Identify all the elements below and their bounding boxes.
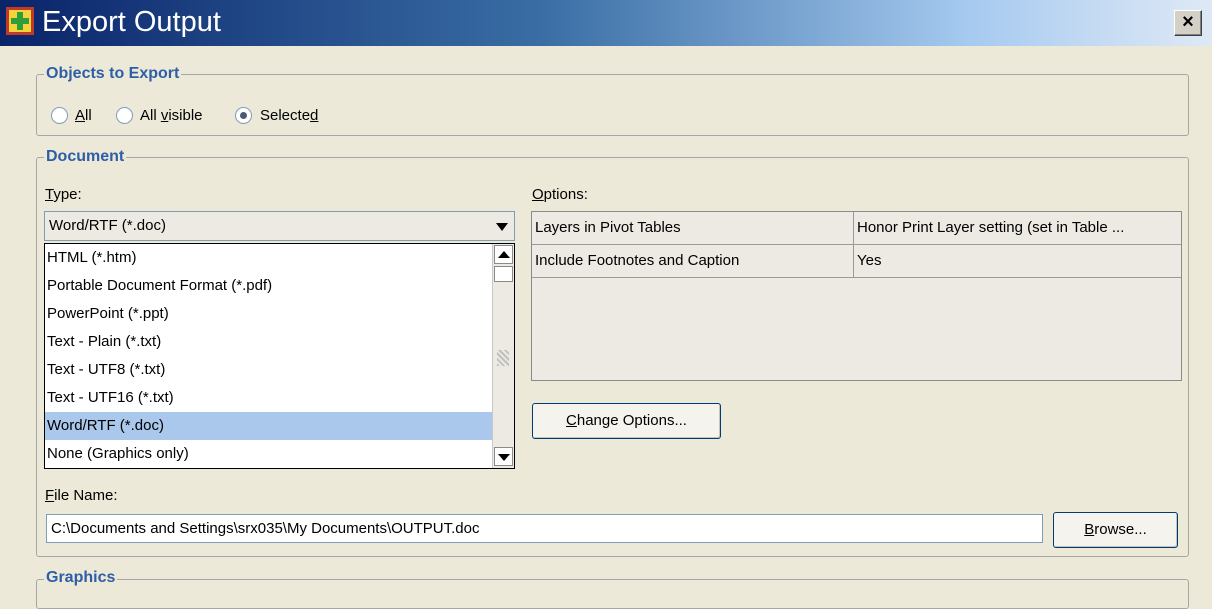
option-value[interactable]: Yes: [853, 245, 1181, 277]
options-table[interactable]: Layers in Pivot Tables Honor Print Layer…: [531, 211, 1182, 381]
objects-to-export-group: [36, 74, 1189, 136]
document-legend: Document: [44, 147, 127, 167]
option-name: Layers in Pivot Tables: [535, 219, 681, 236]
type-combobox-value: Word/RTF (*.doc): [49, 217, 166, 234]
arrow-up-icon: [498, 251, 510, 258]
type-dropdown-list[interactable]: HTML (*.htm) Portable Document Format (*…: [44, 243, 515, 469]
scroll-grip-icon: [497, 350, 509, 366]
type-option-none[interactable]: None (Graphics only): [45, 440, 492, 468]
type-option-pdf[interactable]: Portable Document Format (*.pdf): [45, 272, 492, 300]
objects-to-export-legend: Objects to Export: [44, 64, 182, 84]
type-label: Type:: [45, 186, 82, 203]
radio-selected-label[interactable]: Selected: [260, 106, 318, 126]
option-name: Include Footnotes and Caption: [535, 252, 740, 269]
radio-all-visible-label[interactable]: All visible: [140, 106, 203, 126]
type-option-list: HTML (*.htm) Portable Document Format (*…: [45, 244, 492, 468]
file-name-value: C:\Documents and Settings\srx035\My Docu…: [51, 520, 480, 537]
type-option-text-utf16[interactable]: Text - UTF16 (*.txt): [45, 384, 492, 412]
scroll-down-button[interactable]: [494, 447, 513, 466]
radio-selected-dot: [240, 112, 247, 119]
radio-all-visible[interactable]: [116, 107, 133, 124]
radio-all-label[interactable]: All: [75, 106, 92, 126]
browse-button[interactable]: Browse...: [1053, 512, 1178, 548]
option-value[interactable]: Honor Print Layer setting (set in Table …: [853, 212, 1181, 244]
close-icon: ×: [1182, 11, 1194, 33]
table-row[interactable]: Layers in Pivot Tables Honor Print Layer…: [532, 212, 1181, 245]
spss-export-icon: [6, 7, 34, 35]
arrow-down-icon: [498, 454, 510, 461]
change-options-button[interactable]: Change Options...: [532, 403, 721, 439]
graphics-legend: Graphics: [44, 568, 118, 588]
type-option-word-rtf[interactable]: Word/RTF (*.doc): [45, 412, 492, 440]
type-option-ppt[interactable]: PowerPoint (*.ppt): [45, 300, 492, 328]
file-name-label: File Name:: [45, 487, 118, 504]
table-row[interactable]: Include Footnotes and Caption Yes: [532, 245, 1181, 278]
window-title: Export Output: [42, 6, 221, 38]
options-label: Options:: [532, 186, 588, 203]
graphics-group: [36, 579, 1189, 609]
dropdown-scrollbar[interactable]: [492, 244, 514, 468]
title-bar: Export Output ×: [0, 0, 1212, 46]
close-button[interactable]: ×: [1174, 10, 1202, 36]
type-option-text-plain[interactable]: Text - Plain (*.txt): [45, 328, 492, 356]
radio-all[interactable]: [51, 107, 68, 124]
type-option-text-utf8[interactable]: Text - UTF8 (*.txt): [45, 356, 492, 384]
type-option-html[interactable]: HTML (*.htm): [45, 244, 492, 272]
chevron-down-icon[interactable]: [496, 223, 508, 231]
radio-selected[interactable]: [235, 107, 252, 124]
type-combobox[interactable]: Word/RTF (*.doc): [44, 211, 515, 241]
file-name-input[interactable]: C:\Documents and Settings\srx035\My Docu…: [46, 514, 1043, 543]
scroll-thumb[interactable]: [494, 266, 513, 282]
scroll-up-button[interactable]: [494, 245, 513, 264]
